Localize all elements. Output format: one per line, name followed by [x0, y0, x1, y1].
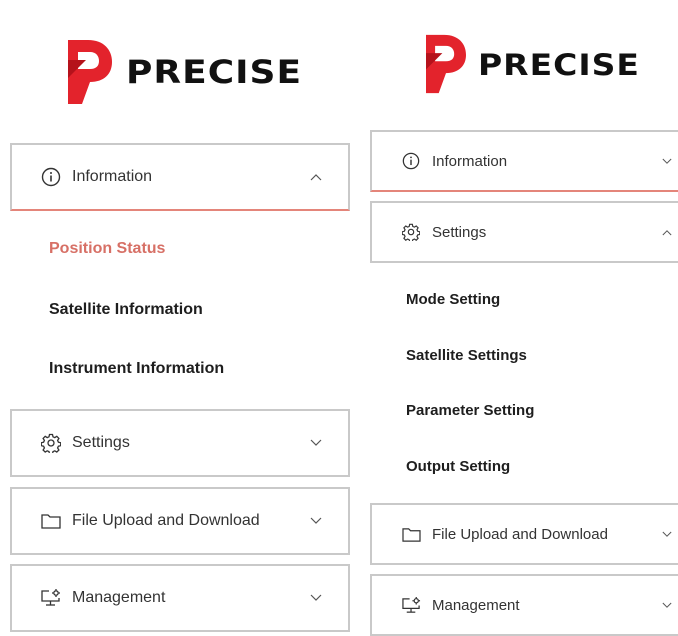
folder-icon	[400, 523, 422, 545]
menu-label: Settings	[432, 223, 487, 241]
menu-label: Information	[72, 168, 153, 185]
menu-label: File Upload and Download	[432, 525, 608, 543]
chevron-down-icon	[662, 602, 672, 609]
submenu-position-status[interactable]: Position Status	[49, 240, 165, 258]
chevron-up-icon	[310, 173, 322, 181]
menu-file-upload[interactable]: File Upload and Download	[370, 503, 678, 565]
brand-name: PRECISE	[126, 53, 303, 91]
logo-mark-icon	[426, 34, 466, 94]
menu-file-upload[interactable]: File Upload and Download	[10, 487, 350, 555]
left-panel: PRECISE Information Position Status Sate…	[0, 0, 360, 632]
logo-mark-icon	[68, 40, 112, 104]
menu-label: File Upload and Download	[72, 512, 260, 529]
right-panel: PRECISE Information Settings Mode Settin…	[360, 0, 678, 636]
submenu-satellite-information[interactable]: Satellite Information	[49, 301, 203, 319]
menu-label: Management	[72, 589, 166, 606]
submenu-mode-setting[interactable]: Mode Setting	[406, 291, 500, 308]
info-icon	[40, 166, 62, 188]
menu-settings[interactable]: Settings	[370, 201, 678, 263]
info-icon	[400, 150, 422, 172]
monitor-gear-icon	[400, 594, 422, 616]
chevron-down-icon	[662, 158, 672, 165]
menu-label: Settings	[72, 434, 130, 451]
chevron-down-icon	[662, 531, 672, 538]
menu-management[interactable]: Management	[10, 564, 350, 632]
monitor-gear-icon	[40, 587, 62, 609]
folder-icon	[40, 510, 62, 532]
chevron-down-icon	[310, 517, 322, 525]
menu-label: Information	[432, 152, 508, 170]
submenu-satellite-settings[interactable]: Satellite Settings	[406, 347, 527, 364]
gear-icon	[400, 221, 422, 243]
brand-name: PRECISE	[478, 46, 640, 82]
chevron-down-icon	[310, 594, 322, 602]
chevron-down-icon	[310, 439, 322, 447]
brand-logo: PRECISE	[426, 34, 640, 94]
gear-icon	[40, 432, 62, 454]
menu-information[interactable]: Information	[370, 130, 678, 192]
submenu-output-setting[interactable]: Output Setting	[406, 458, 510, 475]
menu-label: Management	[432, 596, 520, 614]
submenu-instrument-information[interactable]: Instrument Information	[49, 360, 224, 378]
menu-information[interactable]: Information	[10, 143, 350, 211]
menu-settings[interactable]: Settings	[10, 409, 350, 477]
menu-management[interactable]: Management	[370, 574, 678, 636]
submenu-parameter-setting[interactable]: Parameter Setting	[406, 402, 534, 419]
brand-logo: PRECISE	[68, 40, 302, 104]
chevron-up-icon	[662, 229, 672, 236]
